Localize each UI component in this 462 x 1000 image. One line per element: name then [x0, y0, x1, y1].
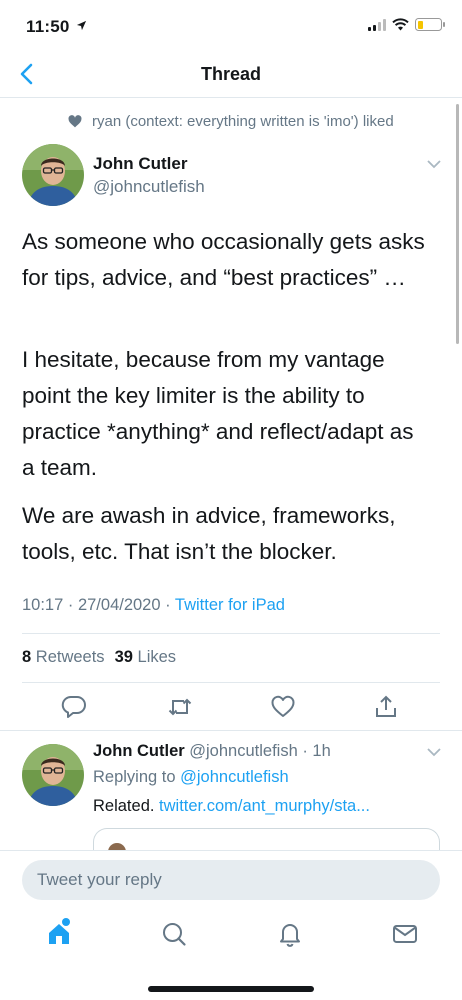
author-handle[interactable]: @johncutlefish: [93, 177, 205, 197]
replying-to-handle-link[interactable]: @johncutlefish: [180, 768, 288, 786]
social-context: ryan (context: everything written is 'im…: [68, 113, 394, 130]
social-context-text: ryan (context: everything written is 'im…: [92, 113, 394, 130]
status-bar: 11:50: [0, 0, 462, 52]
tweet-timestamp: 10:17 · 27/04/2020 · Twitter for iPad: [22, 596, 285, 615]
engagement-stats: 8 Retweets 39 Likes: [22, 648, 176, 667]
tab-messages[interactable]: [391, 920, 419, 948]
reply-url-link[interactable]: twitter.com/ant_murphy/sta...: [159, 797, 370, 815]
likes-stat[interactable]: 39 Likes: [115, 648, 176, 667]
page-title: Thread: [200, 64, 261, 84]
reply-avatar[interactable]: [22, 744, 84, 806]
tweet-paragraph: As someone who occasionally gets asks fo…: [22, 229, 425, 290]
tab-home[interactable]: [45, 918, 73, 948]
retweet-button[interactable]: [167, 694, 193, 720]
divider: [0, 730, 462, 731]
tab-notifications[interactable]: [276, 920, 304, 948]
reply-composer: [0, 850, 462, 912]
retweets-count: 8: [22, 648, 32, 666]
battery-icon: [415, 18, 445, 31]
divider: [22, 633, 440, 634]
tweet-source-link[interactable]: Twitter for iPad: [175, 596, 285, 614]
reply-body: Related.: [93, 797, 160, 815]
likes-label: Likes: [137, 648, 177, 666]
envelope-icon: [393, 925, 417, 943]
retweets-stat[interactable]: 8 Retweets: [22, 648, 105, 667]
location-arrow-icon: [77, 20, 87, 31]
bell-icon: [280, 924, 300, 947]
reply-button[interactable]: [61, 694, 87, 720]
nav-bar: Thread: [0, 52, 462, 98]
tweet-paragraph: I hesitate, because from my vantage poin…: [22, 347, 414, 480]
likes-count: 39: [114, 648, 133, 666]
reply-input[interactable]: [22, 860, 440, 900]
chevron-down-icon[interactable]: [426, 159, 442, 169]
replying-prefix: Replying to: [93, 768, 181, 786]
wifi-icon: [392, 18, 409, 31]
scrollbar[interactable]: [456, 104, 459, 344]
status-indicators: [368, 18, 445, 31]
reply-author-handle: @johncutlefish: [189, 742, 298, 760]
chevron-down-icon[interactable]: [426, 747, 442, 757]
search-icon: [163, 923, 186, 946]
reply-time: · 1h: [302, 742, 331, 760]
replying-to: Replying to @johncutlefish: [93, 768, 289, 787]
heart-icon: [68, 115, 82, 128]
like-button[interactable]: [270, 694, 296, 720]
reply-header[interactable]: John Cutler @johncutlefish · 1h: [93, 742, 331, 761]
tab-bar: [0, 912, 462, 1000]
reply-author-name: John Cutler: [93, 742, 185, 760]
author-name[interactable]: John Cutler: [93, 154, 187, 174]
timestamp-text: 10:17 · 27/04/2020 ·: [22, 596, 175, 614]
status-time: 11:50: [26, 17, 87, 37]
unread-dot: [62, 918, 70, 926]
avatar[interactable]: [22, 144, 84, 206]
reply-text: Related. twitter.com/ant_murphy/sta...: [93, 797, 370, 816]
tweet-paragraph: We are awash in advice, frameworks, tool…: [22, 503, 396, 564]
signal-icon: [368, 18, 386, 31]
retweets-label: Retweets: [35, 648, 105, 666]
share-button[interactable]: [373, 694, 399, 720]
home-indicator: [148, 986, 314, 992]
tab-search[interactable]: [160, 920, 188, 948]
divider: [22, 682, 440, 683]
